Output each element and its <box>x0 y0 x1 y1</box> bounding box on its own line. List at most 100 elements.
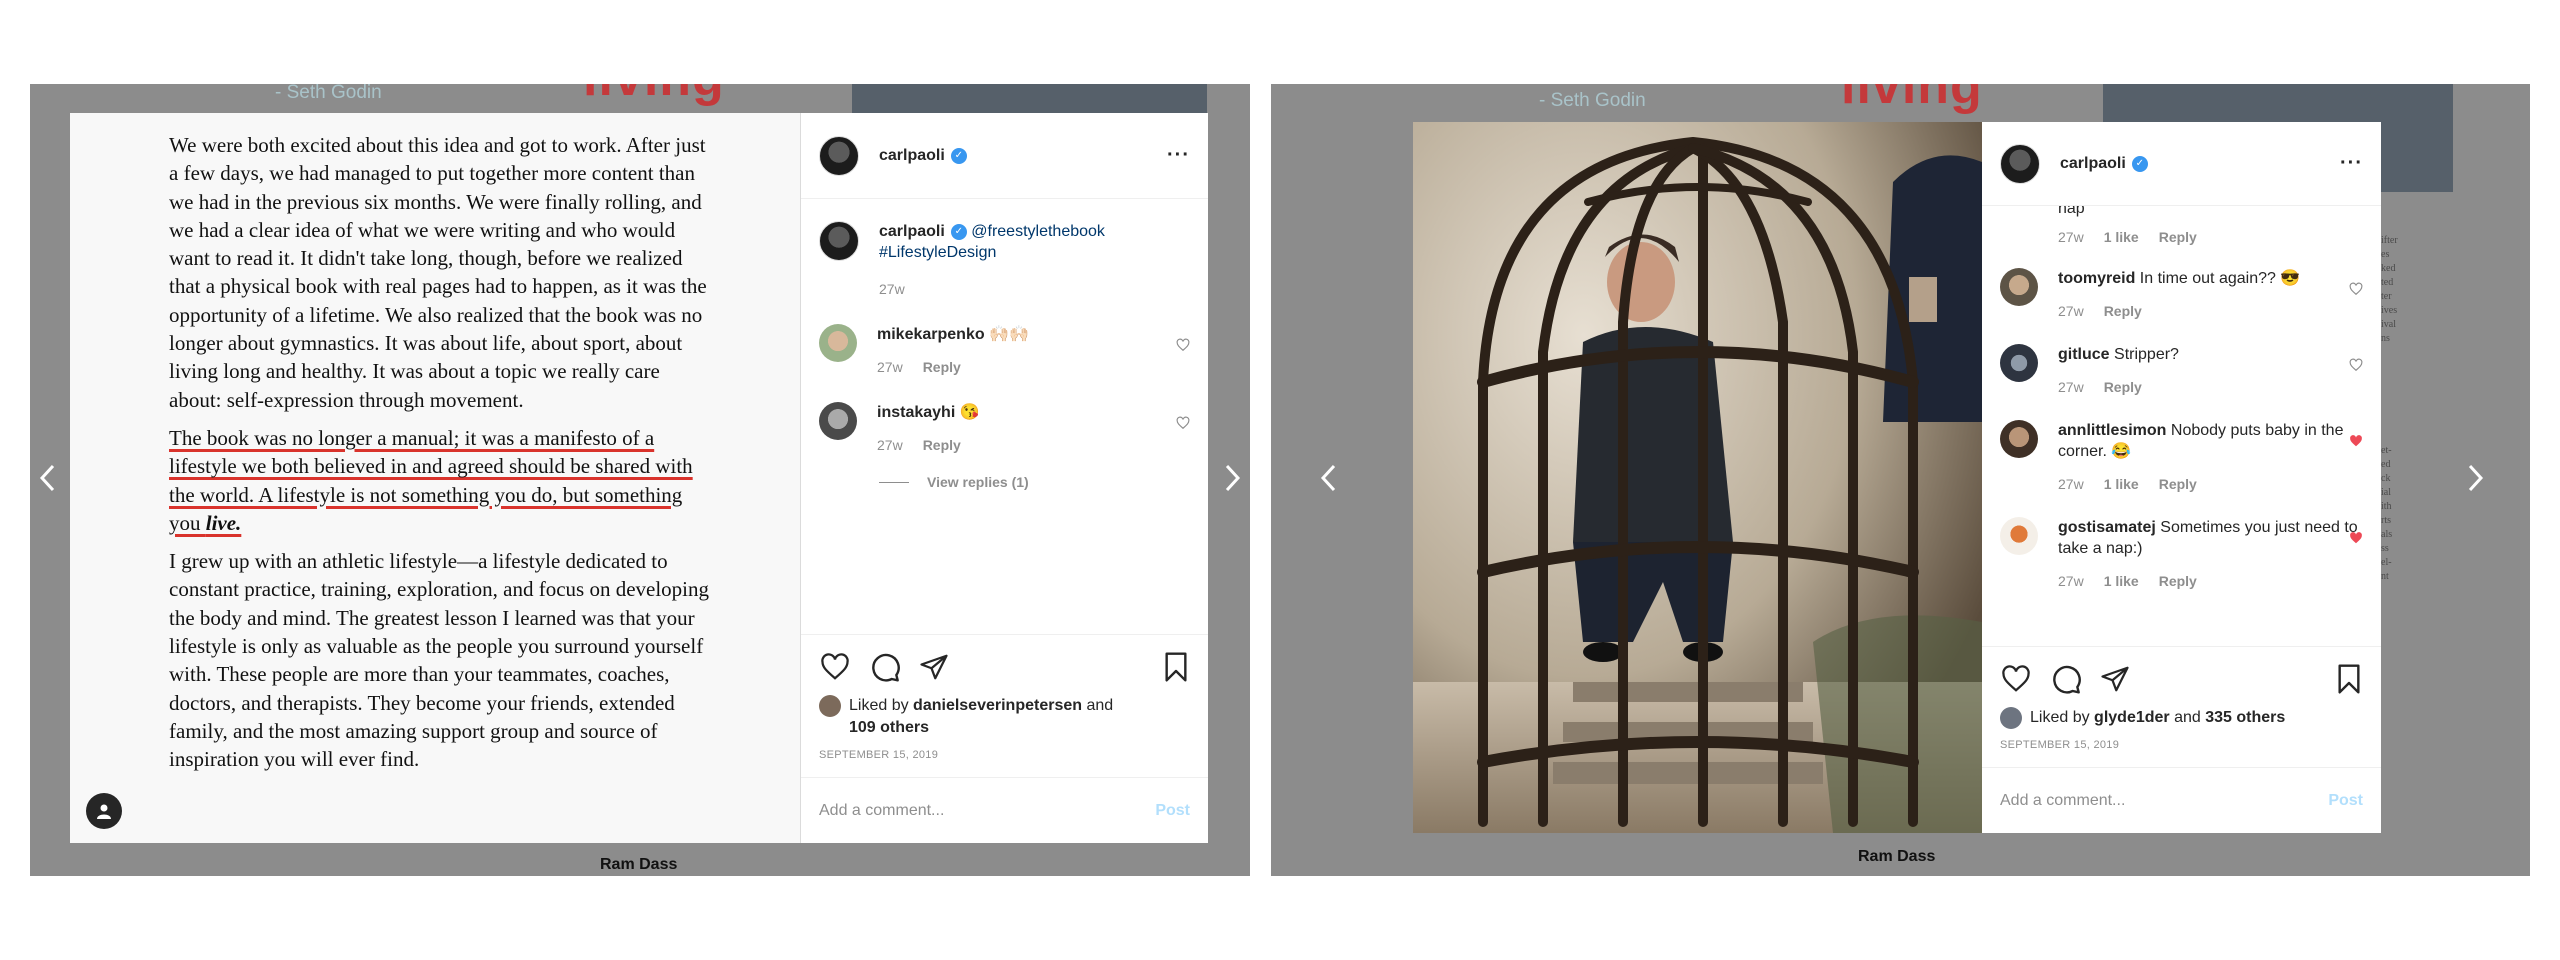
highlighted-text: The book was no longer a manual; it was … <box>169 425 693 535</box>
comment-likes[interactable]: 1 like <box>2104 227 2139 248</box>
view-replies-button[interactable]: View replies (1) <box>879 474 1190 490</box>
comment-time[interactable]: 27w <box>879 279 905 300</box>
avatar[interactable] <box>819 324 857 362</box>
comment-time[interactable]: 27w <box>2058 227 2084 248</box>
post-header: carlpaoli ✓ ··· <box>1982 122 2381 206</box>
save-bookmark-icon[interactable] <box>1162 651 1190 683</box>
next-arrow-icon[interactable] <box>2457 460 2493 496</box>
comment-likes[interactable]: 1 like <box>2104 474 2139 495</box>
liked-comment-heart-icon[interactable] <box>2349 434 2363 448</box>
like-heart-icon[interactable] <box>819 652 851 682</box>
liked-by-and: and <box>2174 709 2201 726</box>
comment-username[interactable]: gostisamatej <box>2058 519 2156 536</box>
tagged-user-icon[interactable] <box>86 793 122 829</box>
comment-row: annlittlesimon Nobody puts baby in the c… <box>2000 420 2363 495</box>
post-date[interactable]: SEPTEMBER 15, 2019 <box>2000 739 2363 751</box>
verified-badge-icon: ✓ <box>2131 155 2148 172</box>
post-comment-button[interactable]: Post <box>2328 792 2363 810</box>
comment-input[interactable]: Add a comment... <box>819 802 944 820</box>
background-photo <box>852 84 1207 113</box>
post-date[interactable]: SEPTEMBER 15, 2019 <box>819 749 1190 761</box>
like-comment-icon[interactable] <box>1176 338 1190 352</box>
save-bookmark-icon[interactable] <box>2335 663 2363 695</box>
man-in-cage-photo <box>1413 122 1982 833</box>
background-text-column: ifter es ked ted ter ives ival ns <box>2381 235 2398 344</box>
comment-row: gitluce Stripper? 27w Reply <box>2000 344 2363 398</box>
liked-by-label: Liked by <box>849 697 909 714</box>
like-comment-icon[interactable] <box>1176 416 1190 430</box>
right-screenshot: - Seth Godin living ifter es ked ted ter ives… <box>1271 84 2530 876</box>
comment-username[interactable]: instakayhi <box>877 404 955 421</box>
comment-input[interactable]: Add a comment... <box>2000 792 2125 810</box>
likes-count[interactable]: 109 others <box>849 719 929 736</box>
comment-row: gostisamatej Sometimes you just need to … <box>2000 517 2363 592</box>
comment-username[interactable]: mikekarpenko <box>877 326 985 343</box>
avatar[interactable] <box>2000 420 2038 458</box>
liked-by-user[interactable]: danielseverinpetersen <box>913 697 1082 714</box>
post-modal: carlpaoli ✓ ··· nap 27w 1 like Reply toomy… <box>1413 122 2381 833</box>
comment-username[interactable]: gitluce <box>2058 346 2110 363</box>
more-options-icon[interactable]: ··· <box>1167 144 1190 167</box>
background-title: living <box>1841 84 1983 115</box>
comment-text: 😘 <box>959 404 980 421</box>
post-comment-button[interactable]: Post <box>1155 802 1190 820</box>
avatar[interactable] <box>2000 143 2040 184</box>
background-author: Ram Dass <box>1858 848 1936 865</box>
background-quote: - Seth Godin <box>275 84 382 103</box>
comment-time[interactable]: 27w <box>2058 301 2084 322</box>
mention-link[interactable]: @freestylethebook <box>971 223 1105 240</box>
comment-time[interactable]: 27w <box>2058 571 2084 592</box>
post-header: carlpaoli ✓ ··· <box>801 113 1208 199</box>
liker-avatar[interactable] <box>2000 707 2022 729</box>
comment-time[interactable]: 27w <box>2058 377 2084 398</box>
avatar[interactable] <box>819 135 859 176</box>
reply-button[interactable]: Reply <box>2159 474 2197 495</box>
avatar[interactable] <box>2000 517 2038 555</box>
likes-count[interactable]: 335 others <box>2205 709 2285 726</box>
post-username[interactable]: carlpaoli <box>2060 155 2126 173</box>
comment-likes[interactable]: 1 like <box>2104 571 2139 592</box>
like-comment-icon[interactable] <box>2349 358 2363 372</box>
post-modal: We were both excited about this idea and… <box>70 113 1208 843</box>
share-paper-plane-icon[interactable] <box>2100 664 2130 694</box>
comment-username[interactable]: toomyreid <box>2058 270 2135 287</box>
comments-list: carlpaoli ✓ @freestylethebook #LifestyleD… <box>801 199 1208 634</box>
comment-username[interactable]: annlittlesimon <box>2058 422 2166 439</box>
like-comment-icon[interactable] <box>2349 282 2363 296</box>
highlighted-paragraph: The book was no longer a manual; it was … <box>169 424 717 537</box>
share-paper-plane-icon[interactable] <box>919 652 949 682</box>
reply-button[interactable]: Reply <box>923 357 961 378</box>
post-sidebar: carlpaoli ✓ ··· carlpaoli ✓ @freestylethe… <box>801 113 1208 843</box>
avatar[interactable] <box>819 221 859 261</box>
avatar[interactable] <box>2000 268 2038 306</box>
like-heart-icon[interactable] <box>2000 664 2032 694</box>
next-arrow-icon[interactable] <box>1214 460 1250 496</box>
background-author: Ram Dass <box>600 856 678 873</box>
page-paragraph: We were both excited about this idea and… <box>169 133 707 412</box>
reply-button[interactable]: Reply <box>2104 377 2142 398</box>
background-title: living <box>583 84 725 108</box>
reply-button[interactable]: Reply <box>923 435 961 456</box>
liked-by-user[interactable]: glyde1der <box>2094 709 2170 726</box>
comment-row: instakayhi 😘 27w Reply <box>819 402 1190 456</box>
reply-button[interactable]: Reply <box>2159 571 2197 592</box>
reply-button[interactable]: Reply <box>2159 227 2197 248</box>
more-options-icon[interactable]: ··· <box>2340 152 2363 175</box>
post-username[interactable]: carlpaoli <box>879 147 945 165</box>
reply-button[interactable]: Reply <box>2104 301 2142 322</box>
liker-avatar[interactable] <box>819 695 841 717</box>
comment-bubble-icon[interactable] <box>869 651 901 683</box>
comment-time[interactable]: 27w <box>877 357 903 378</box>
avatar[interactable] <box>819 402 857 440</box>
prev-arrow-icon[interactable] <box>1311 460 1347 496</box>
prev-arrow-icon[interactable] <box>30 460 66 496</box>
hashtag-link[interactable]: #LifestyleDesign <box>879 244 996 261</box>
comment-time[interactable]: 27w <box>877 435 903 456</box>
post-sidebar: carlpaoli ✓ ··· nap 27w 1 like Reply toomy… <box>1982 122 2381 833</box>
avatar[interactable] <box>2000 344 2038 382</box>
comment-time[interactable]: 27w <box>2058 474 2084 495</box>
comment-username[interactable]: carlpaoli <box>879 223 945 240</box>
comment-bubble-icon[interactable] <box>2050 663 2082 695</box>
liked-comment-heart-icon[interactable] <box>2349 531 2363 545</box>
comment-input-bar: Add a comment... Post <box>1982 767 2381 833</box>
